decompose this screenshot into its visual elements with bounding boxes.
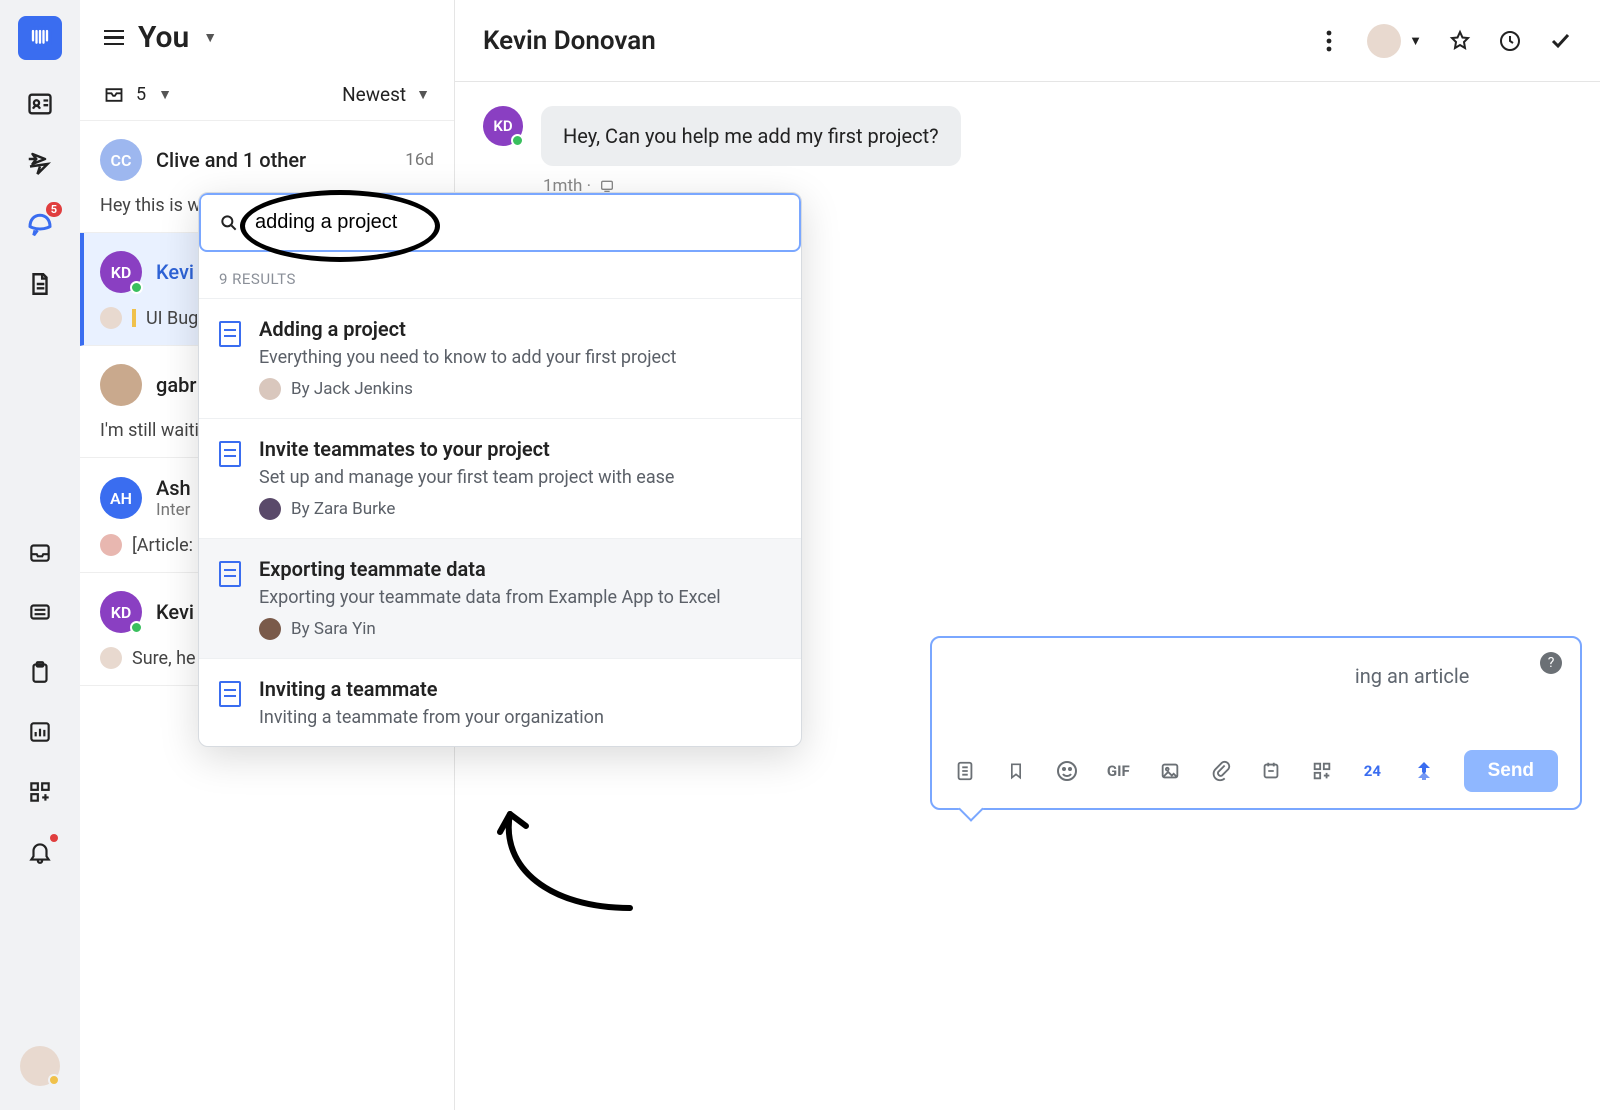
app-logo[interactable] — [18, 16, 62, 60]
star-button[interactable] — [1448, 29, 1472, 53]
document-icon — [219, 441, 241, 467]
results-count: 9 RESULTS — [199, 252, 801, 298]
open-filter-icon[interactable] — [104, 86, 124, 104]
24sessions-button[interactable]: 24 — [1361, 758, 1383, 784]
apps-icon[interactable] — [24, 776, 56, 808]
search-result[interactable]: Inviting a teammate Inviting a teammate … — [199, 658, 801, 746]
document-icon — [219, 681, 241, 707]
outbound-icon[interactable] — [24, 148, 56, 180]
composer-toolbar: GIF 24 Send — [932, 738, 1580, 808]
nav-rail: 5 — [0, 0, 80, 1110]
inbox-title: You — [138, 20, 189, 55]
conversation-title: Kevin Donovan — [483, 26, 656, 56]
apps-button[interactable] — [1311, 758, 1333, 784]
composer-placeholder: xxxxxxxxxxxxxxxxxxxxxxxxxxxxxxxxxxxxxxxx… — [932, 638, 1580, 738]
library-icon[interactable] — [24, 596, 56, 628]
inbox-badge: 5 — [46, 202, 62, 217]
inbox-icon[interactable]: 5 — [24, 208, 56, 240]
bookmark-button[interactable] — [1004, 758, 1026, 784]
jira-button[interactable] — [1412, 758, 1436, 784]
menu-button[interactable] — [104, 30, 124, 46]
avatar: KD — [100, 251, 142, 293]
avatar: KD — [100, 591, 142, 633]
chevron-down-icon[interactable]: ▼ — [158, 86, 172, 103]
avatar — [100, 364, 142, 406]
articles-icon[interactable] — [24, 268, 56, 300]
inbox-count: 5 — [136, 84, 146, 105]
chevron-down-icon[interactable]: ▼ — [203, 29, 217, 46]
gif-button[interactable]: GIF — [1107, 758, 1130, 784]
search-result[interactable]: Adding a project Everything you need to … — [199, 298, 801, 418]
insert-article-button[interactable] — [954, 758, 976, 784]
search-input[interactable] — [255, 211, 781, 234]
search-icon — [219, 213, 239, 233]
macro-button[interactable] — [1260, 758, 1282, 784]
user-avatar[interactable] — [20, 1046, 60, 1086]
article-search-popover: 9 RESULTS Adding a project Everything yo… — [198, 192, 802, 747]
attachment-button[interactable] — [1210, 758, 1232, 784]
assignee-avatar — [100, 534, 122, 556]
search-result[interactable]: Exporting teammate data Exporting your t… — [199, 538, 801, 658]
tag-indicator — [132, 309, 136, 327]
emoji-button[interactable] — [1055, 758, 1079, 784]
contacts-icon[interactable] — [24, 88, 56, 120]
search-result[interactable]: Invite teammates to your project Set up … — [199, 418, 801, 538]
avatar: KD — [483, 106, 523, 146]
avatar: CC — [100, 139, 142, 181]
sort-dropdown[interactable]: Newest ▼ — [342, 83, 430, 106]
close-button[interactable] — [1548, 29, 1572, 53]
help-button[interactable]: ? — [1540, 652, 1562, 674]
search-field[interactable] — [199, 193, 801, 252]
avatar: AH — [100, 477, 142, 519]
tray-icon[interactable] — [24, 536, 56, 568]
clipboard-icon[interactable] — [24, 656, 56, 688]
assignee-avatar — [100, 647, 122, 669]
document-icon — [219, 561, 241, 587]
notifications-icon[interactable] — [24, 836, 56, 868]
reply-composer[interactable]: ? xxxxxxxxxxxxxxxxxxxxxxxxxxxxxxxxxxxxxx… — [930, 636, 1582, 810]
more-button[interactable] — [1317, 29, 1341, 53]
assignee-avatar — [100, 307, 122, 329]
send-button[interactable]: Send — [1464, 750, 1558, 792]
image-button[interactable] — [1158, 758, 1182, 784]
reports-icon[interactable] — [24, 716, 56, 748]
chevron-down-icon: ▼ — [416, 86, 430, 103]
assignee-selector[interactable]: ▼ — [1367, 24, 1422, 58]
message-bubble: Hey, Can you help me add my first projec… — [541, 106, 961, 166]
document-icon — [219, 321, 241, 347]
snooze-button[interactable] — [1498, 29, 1522, 53]
